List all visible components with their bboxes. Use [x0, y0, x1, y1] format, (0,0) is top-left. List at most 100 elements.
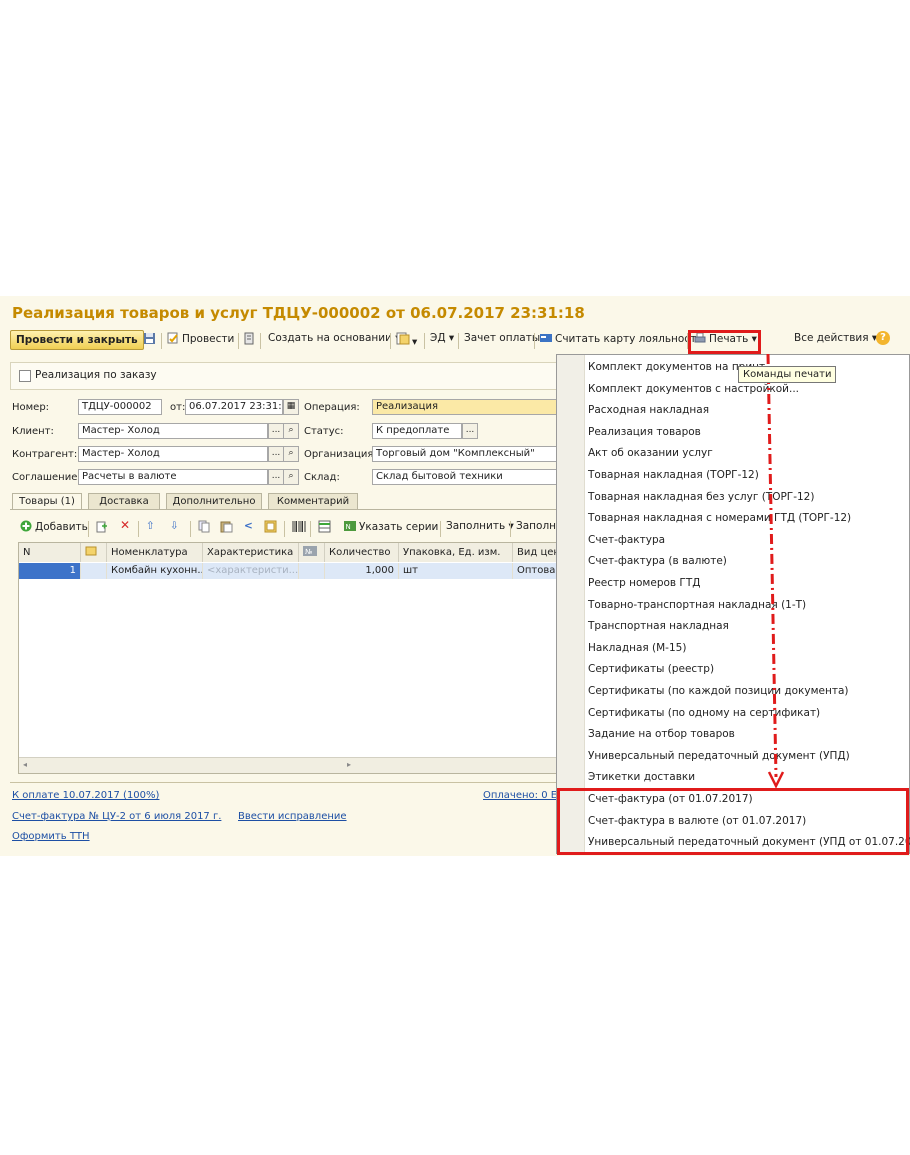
calendar-icon[interactable]: ▦ — [283, 399, 299, 415]
column-header-price-type[interactable]: Вид цены — [513, 543, 559, 562]
row-item-cell[interactable]: Комбайн кухонн... — [107, 563, 203, 579]
row-packing-cell[interactable]: шт — [399, 563, 513, 579]
tab-goods[interactable]: Товары (1) — [12, 493, 82, 509]
move-down-icon[interactable]: ⇩ — [170, 520, 179, 532]
print-menu-item[interactable]: Накладная (М-15) — [588, 642, 686, 654]
print-menu-item[interactable]: Задание на отбор товаров — [588, 728, 735, 740]
date-field[interactable]: 06.07.2017 23:31:18 — [185, 399, 283, 415]
number-field[interactable]: ТДЦУ-000002 — [78, 399, 162, 415]
agreement-field[interactable]: Расчеты в валюте — [78, 469, 268, 485]
column-header-item[interactable]: Номенклатура — [107, 543, 203, 562]
print-preview-menu[interactable]: ▾ — [396, 332, 417, 348]
client-field[interactable]: Мастер- Холод — [78, 423, 268, 439]
status-select-button[interactable]: ... — [462, 423, 478, 439]
fill-menu-2[interactable]: Заполн — [516, 520, 556, 532]
loyalty-label: Считать карту лояльности — [555, 333, 704, 345]
create-based-label: Создать на основании — [268, 332, 392, 344]
invoice-link[interactable]: Счет-фактура № ЦУ-2 от 6 июля 2017 г. — [12, 811, 221, 822]
horizontal-scrollbar[interactable]: ◂ ▸ — [19, 757, 559, 773]
counterparty-select-button[interactable]: ... — [268, 446, 284, 462]
specify-serials-button[interactable]: N Указать серии — [344, 520, 438, 533]
print-menu-item[interactable]: Акт об оказании услуг — [588, 447, 713, 459]
date-label: от: — [170, 402, 186, 413]
add-icon — [20, 520, 32, 532]
pick-icon[interactable] — [264, 520, 277, 536]
search-icon[interactable]: ⌕ — [283, 446, 299, 462]
column-header-packing[interactable]: Упаковка, Ед. изм. — [399, 543, 513, 562]
print-menu-item[interactable]: Реестр номеров ГТД — [588, 577, 700, 589]
row-price-type-cell[interactable]: Оптовая — [513, 563, 559, 579]
column-header-characteristic[interactable]: Характеристика — [203, 543, 299, 562]
print-menu-item[interactable]: Транспортная накладная — [588, 620, 729, 632]
create-based-on-menu[interactable]: Создать на основании ▾ — [268, 332, 401, 344]
add-label: Добавить — [35, 521, 88, 533]
operation-field[interactable]: Реализация — [372, 399, 558, 415]
scroll-right-icon[interactable]: ▸ — [347, 760, 351, 769]
warehouse-field[interactable]: Склад бытовой техники — [372, 469, 558, 485]
print-menu-item[interactable]: Счет-фактура — [588, 534, 665, 546]
print-menu-item[interactable]: Универсальный передаточный документ (УПД… — [588, 750, 850, 762]
status-field[interactable]: К предоплате — [372, 423, 462, 439]
post-and-close-button[interactable]: Провести и закрыть — [10, 330, 144, 350]
fill-menu[interactable]: Заполнить ▾ — [446, 520, 514, 532]
table-icon[interactable] — [318, 520, 331, 536]
organization-field[interactable]: Торговый дом "Комплексный" — [372, 446, 558, 462]
delete-icon[interactable]: ✕ — [120, 518, 130, 532]
post-button[interactable]: Провести — [167, 332, 234, 345]
row-quantity-cell[interactable]: 1,000 — [325, 563, 399, 579]
journal-icon[interactable] — [244, 332, 254, 348]
print-menu-item[interactable]: Товарная накладная с номерами ГТД (ТОРГ-… — [588, 512, 851, 524]
column-header-quantity[interactable]: Количество — [325, 543, 399, 562]
create-ttn-link[interactable]: Оформить ТТН — [12, 831, 90, 842]
payment-offset-button[interactable]: Зачет оплаты — [464, 332, 540, 344]
loyalty-card-button[interactable]: Считать карту лояльности — [540, 332, 703, 345]
column-header-icon[interactable] — [81, 543, 107, 562]
help-icon[interactable]: ? — [876, 331, 890, 345]
tab-delivery[interactable]: Доставка — [88, 493, 160, 509]
client-select-button[interactable]: ... — [268, 423, 284, 439]
grid-toolbar: Добавить ✕ ⇧ ⇩ < N Указать серии Заполни… — [18, 518, 558, 538]
tab-additional[interactable]: Дополнительно — [166, 493, 262, 509]
operation-label: Операция: — [304, 402, 360, 413]
tab-comment[interactable]: Комментарий — [268, 493, 358, 509]
barcode-icon[interactable] — [292, 520, 306, 536]
row-icon-cell[interactable] — [81, 563, 107, 579]
paid-link[interactable]: Оплачено: 0 EU — [483, 790, 564, 801]
chevron-down-icon: ▾ — [448, 332, 455, 344]
column-header-n[interactable]: N — [19, 543, 81, 562]
ed-menu[interactable]: ЭД ▾ — [430, 332, 454, 344]
add-row-button[interactable]: Добавить — [20, 520, 88, 533]
print-menu-item[interactable]: Счет-фактура (в валюте) — [588, 555, 727, 567]
row-serial-cell[interactable] — [299, 563, 325, 579]
print-menu-item[interactable]: Расходная накладная — [588, 404, 709, 416]
save-icon[interactable] — [143, 332, 156, 348]
order-checkbox[interactable] — [19, 370, 31, 382]
order-checkbox-label: Реализация по заказу — [35, 369, 157, 381]
scroll-left-icon[interactable]: ◂ — [23, 760, 27, 769]
print-menu-item[interactable]: Товарная накладная (ТОРГ-12) — [588, 469, 759, 481]
print-menu-item[interactable]: Сертификаты (по каждой позиции документа… — [588, 685, 849, 697]
row-number-cell[interactable]: 1 — [19, 563, 81, 579]
copy-icon[interactable] — [198, 520, 211, 536]
column-header-serial[interactable]: № — [299, 543, 325, 562]
counterparty-field[interactable]: Мастер- Холод — [78, 446, 268, 462]
documents-icon — [396, 332, 410, 345]
agreement-select-button[interactable]: ... — [268, 469, 284, 485]
all-actions-menu[interactable]: Все действия ▾ — [794, 332, 877, 344]
card-icon — [540, 334, 552, 342]
print-menu-item[interactable]: Сертификаты (реестр) — [588, 663, 714, 675]
to-pay-link[interactable]: К оплате 10.07.2017 (100%) — [12, 790, 159, 801]
print-tooltip: Команды печати — [738, 366, 837, 383]
row-characteristic-cell[interactable]: <характеристи... — [203, 563, 299, 579]
enter-correction-link[interactable]: Ввести исправление — [238, 811, 347, 822]
copy-row-icon[interactable] — [96, 520, 109, 536]
print-menu-item[interactable]: Этикетки доставки — [588, 771, 695, 783]
print-menu-item[interactable]: Реализация товаров — [588, 426, 701, 438]
split-icon[interactable]: < — [244, 520, 253, 532]
search-icon[interactable]: ⌕ — [283, 423, 299, 439]
search-icon[interactable]: ⌕ — [283, 469, 299, 485]
print-dropdown-menu: Комплект документов на принт Комплект док… — [556, 354, 910, 854]
menu-gutter — [557, 355, 585, 853]
paste-icon[interactable] — [220, 520, 233, 536]
move-up-icon[interactable]: ⇧ — [146, 520, 155, 532]
